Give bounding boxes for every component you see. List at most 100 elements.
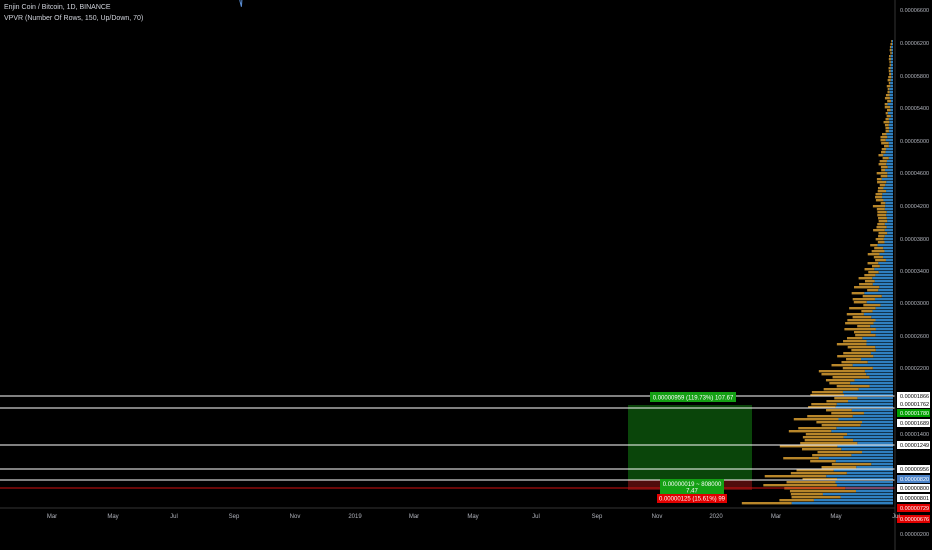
volume-bar-up xyxy=(872,310,893,313)
price-tick-label: 0.00006600 xyxy=(900,8,929,14)
entry-label-bottom: 7.47 xyxy=(686,489,698,495)
volume-bar-up xyxy=(884,208,893,211)
volume-bar-up xyxy=(866,340,893,343)
price-level-badge-text: 0.00000800 xyxy=(900,486,929,492)
volume-bar-up xyxy=(886,190,893,193)
entry-label-top: 0.00000019 ~ 808000 xyxy=(663,482,722,488)
volume-bar-down xyxy=(888,70,891,73)
time-tick-label: May xyxy=(830,514,841,520)
price-level-badge-text: 0.00001866 xyxy=(900,394,929,400)
price-level-badge-text: 0.00001249 xyxy=(900,443,929,449)
volume-bar-down xyxy=(880,202,886,205)
volume-bar-up xyxy=(866,301,893,304)
volume-bar-down xyxy=(872,205,886,208)
volume-bar-up xyxy=(866,343,893,346)
volume-bar-down xyxy=(891,40,892,43)
volume-bar-up xyxy=(884,235,893,238)
volume-bar-up xyxy=(879,253,893,256)
price-level-badge[interactable]: 0.00000676 xyxy=(897,515,930,523)
volume-bar-down xyxy=(887,100,891,103)
volume-bar-down xyxy=(817,451,863,454)
stop-label: 0.00000125 (15.61%) 99 xyxy=(659,497,726,503)
price-level-badge[interactable]: 0.00000729 xyxy=(897,504,930,512)
volume-bar-down xyxy=(836,343,867,346)
position-tool[interactable] xyxy=(628,405,752,490)
volume-bar-up xyxy=(887,136,893,139)
volume-bar-up xyxy=(831,430,893,433)
price-level-badge[interactable]: 0.00001866 xyxy=(897,392,930,400)
volume-bar-down xyxy=(877,214,887,217)
volume-bar-up xyxy=(836,427,893,430)
price-axis[interactable]: 0.00006600 0.00006200 0.00005800 0.00005400… xyxy=(894,0,930,550)
volume-bar-up xyxy=(851,409,893,412)
volume-bar-up xyxy=(890,79,893,82)
volume-bar-down xyxy=(872,265,880,268)
volume-bar-down xyxy=(861,310,873,313)
volume-bar-up xyxy=(883,187,893,190)
price-level-badge[interactable]: 0.00000820 xyxy=(897,475,930,483)
price-tick-label: 0.00005000 xyxy=(900,139,929,145)
volume-bar-down xyxy=(878,154,884,157)
volume-bar-down xyxy=(877,223,885,226)
volume-bar-up xyxy=(863,412,893,415)
time-axis[interactable]: Mar May Jul Sep Nov 2019 Mar May Jul Sep Nov 2020 Ma… xyxy=(0,507,900,520)
volume-bar-down xyxy=(873,256,884,259)
volume-bar-down xyxy=(849,307,876,310)
horizontal-levels[interactable] xyxy=(0,395,895,489)
price-level-badge[interactable]: 0.00001762 xyxy=(897,400,930,408)
price-level-badge[interactable]: 0.00000800 xyxy=(897,484,930,492)
price-level-badge[interactable]: 0.00001689 xyxy=(897,419,930,427)
volume-bar-down xyxy=(851,292,865,295)
volume-bar-down xyxy=(875,199,884,202)
volume-bar-down xyxy=(801,448,842,451)
volume-bar-down xyxy=(811,403,837,406)
volume-bar-down xyxy=(871,250,885,253)
price-tick-label: 0.00003000 xyxy=(900,301,929,307)
volume-bar-up xyxy=(850,382,893,385)
volume-bar-down xyxy=(878,217,887,220)
volume-bar-up xyxy=(884,241,893,244)
price-level-badge[interactable]: 0.00001780 xyxy=(897,409,930,417)
time-tick-label: Mar xyxy=(409,514,419,520)
volume-bar-up xyxy=(884,229,893,232)
volume-bar-down xyxy=(886,109,891,112)
volume-bar-up xyxy=(890,70,893,73)
volume-bar-down xyxy=(879,184,886,187)
volume-bar-down xyxy=(862,295,882,298)
price-level-badge-text: 0.00001762 xyxy=(900,402,929,408)
volume-bar-down xyxy=(875,259,886,262)
price-level-badge[interactable]: 0.00000801 xyxy=(897,494,930,502)
price-tick-label: 0.00005400 xyxy=(900,106,929,112)
price-level-badge-text: 0.00000729 xyxy=(900,506,929,512)
volume-bar-up xyxy=(873,322,893,325)
chart-canvas[interactable]: 0.00000959 (119.73%) 107.67 0.00000019 ~… xyxy=(0,0,932,550)
volume-bar-up xyxy=(890,55,893,58)
volume-bar-up xyxy=(875,334,893,337)
volume-bar-up xyxy=(886,163,893,166)
time-tick-label: Sep xyxy=(229,514,240,520)
volume-bar-up xyxy=(878,271,893,274)
price-tick-label: 0.00004200 xyxy=(900,204,929,210)
price-level-badge[interactable]: 0.00000956 xyxy=(897,465,930,473)
price-level-badge[interactable]: 0.00001249 xyxy=(897,441,930,449)
time-tick-label: Mar xyxy=(771,514,781,520)
volume-bar-up xyxy=(846,472,893,475)
volume-bar-up xyxy=(890,58,893,61)
volume-bar-up xyxy=(885,139,893,142)
indicator-legend[interactable]: VPVR (Number Of Rows, 150, Up/Down, 70) xyxy=(4,15,143,22)
volume-bar-down xyxy=(841,361,868,364)
volume-bar-down xyxy=(878,232,888,235)
volume-bar-up xyxy=(791,502,893,505)
volume-bar-up xyxy=(870,352,893,355)
volume-bar-up xyxy=(869,376,893,379)
volume-bar-up xyxy=(842,391,893,394)
volume-bar-down xyxy=(884,106,891,109)
volume-bar-down xyxy=(882,133,887,136)
price-tick-label: 0.00005800 xyxy=(900,74,929,80)
volume-bar-down xyxy=(852,316,872,319)
volume-bar-up xyxy=(890,67,893,70)
volume-bar-up xyxy=(883,238,893,241)
price-tick-label: 0.00006200 xyxy=(900,41,929,47)
volume-bar-up xyxy=(836,403,893,406)
volume-bar-up xyxy=(858,388,893,391)
